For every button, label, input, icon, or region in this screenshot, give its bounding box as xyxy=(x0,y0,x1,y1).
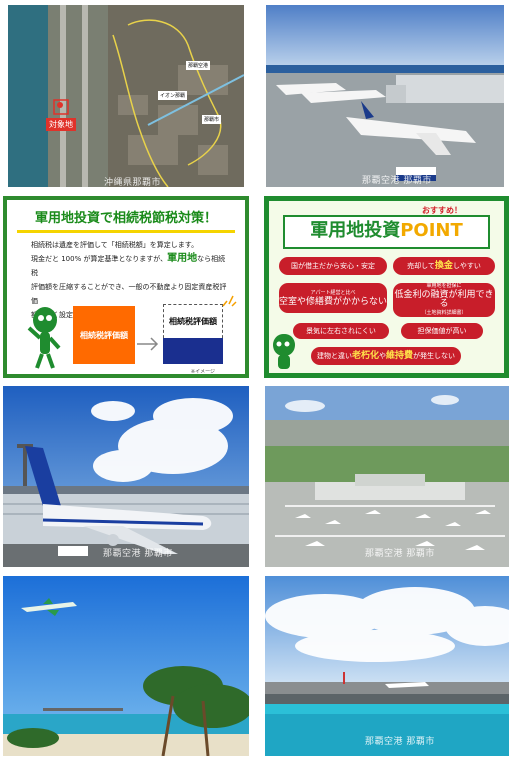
map-label-c: 那覇市 xyxy=(202,115,222,124)
tax-card-heading: 軍用地投資で相続税節税対策！ xyxy=(17,208,235,233)
map-label-b: イオン那覇 xyxy=(158,91,188,100)
watermark: 沖縄県那覇市 xyxy=(104,178,162,187)
watermark: 那覇空港 那覇市 xyxy=(103,549,173,559)
tax-line-1: 相続税は遺産を評価して「相続税額」を算定します。 xyxy=(31,241,199,249)
watermark: 那覇空港 那覇市 xyxy=(362,176,432,186)
sea-runway-tile[interactable]: 那覇空港 那覇市 xyxy=(265,576,509,756)
point-6: 担保価値が高い xyxy=(401,323,483,339)
point-4: 軍用地を担保に 低金利の融資が利用できる （土地資料詳細書） xyxy=(393,283,495,317)
point-2: 売却して換金しやすい xyxy=(393,257,495,275)
aerial-airport-image xyxy=(265,386,509,567)
plane-terminal-tile[interactable]: 那覇空港 那覇市 xyxy=(3,386,249,567)
tax-line-2: 現金だと 100% が算定基準となりますが、軍用地なら相続税 xyxy=(31,253,226,277)
plane-terminal-image xyxy=(3,386,249,567)
aerial-airport-tile[interactable]: 那覇空港 那覇市 xyxy=(265,386,509,567)
satellite-map-image xyxy=(8,5,244,187)
image-note: ※イメージ xyxy=(190,369,215,375)
point-1: 国が借主だから安心・安定 xyxy=(279,257,387,275)
map-label-a: 那覇空港 xyxy=(186,61,211,70)
watermark: 那覇空港 那覇市 xyxy=(365,549,435,559)
arrow-right-icon xyxy=(137,337,159,351)
tax-saving-card[interactable]: 軍用地投資で相続税節税対策！ 相続税は遺産を評価して「相続税額」を算定します。 … xyxy=(3,196,249,378)
map-tile[interactable]: 対象地 那覇空港 イオン那覇 那覇市 沖縄県那覇市 xyxy=(8,5,244,187)
tax-card-inner: 軍用地投資で相続税節税対策！ 相続税は遺産を評価して「相続税額」を算定します。 … xyxy=(7,200,245,375)
point-card-title: 軍用地投資POINT xyxy=(283,215,490,249)
point-5: 景気に左右されにくい xyxy=(293,323,389,339)
mascot-icon xyxy=(27,307,61,369)
watermark: 那覇空港 那覇市 xyxy=(365,737,435,747)
point-7: 建物と違い老朽化や維持費が発生しない xyxy=(311,347,461,365)
airport-apron-tile[interactable]: 那覇空港 那覇市 xyxy=(266,5,504,187)
point-3: アパート経営と比べ 空室や修繕費がかからない xyxy=(279,283,387,313)
investment-point-card[interactable]: おすすめ！ 軍用地投資POINT 国が借主だから安心・安定 売却して換金しやすい… xyxy=(264,196,509,378)
airport-apron-image xyxy=(266,5,504,187)
beach-plane-tile[interactable] xyxy=(3,576,249,756)
bar-military-land-valuation xyxy=(163,338,223,364)
mascot-right-icon xyxy=(273,334,293,369)
point-card-inner: おすすめ！ 軍用地投資POINT 国が借主だから安心・安定 売却して換金しやすい… xyxy=(269,201,504,373)
sparkle-icon xyxy=(222,295,237,307)
map-label-site: 対象地 xyxy=(46,118,76,131)
sea-runway-image xyxy=(265,576,509,756)
bar-military-land-label: 相続税評価額 xyxy=(169,317,217,326)
bar-cash-valuation: 相続税評価額 xyxy=(73,306,135,364)
beach-plane-image xyxy=(3,576,249,756)
